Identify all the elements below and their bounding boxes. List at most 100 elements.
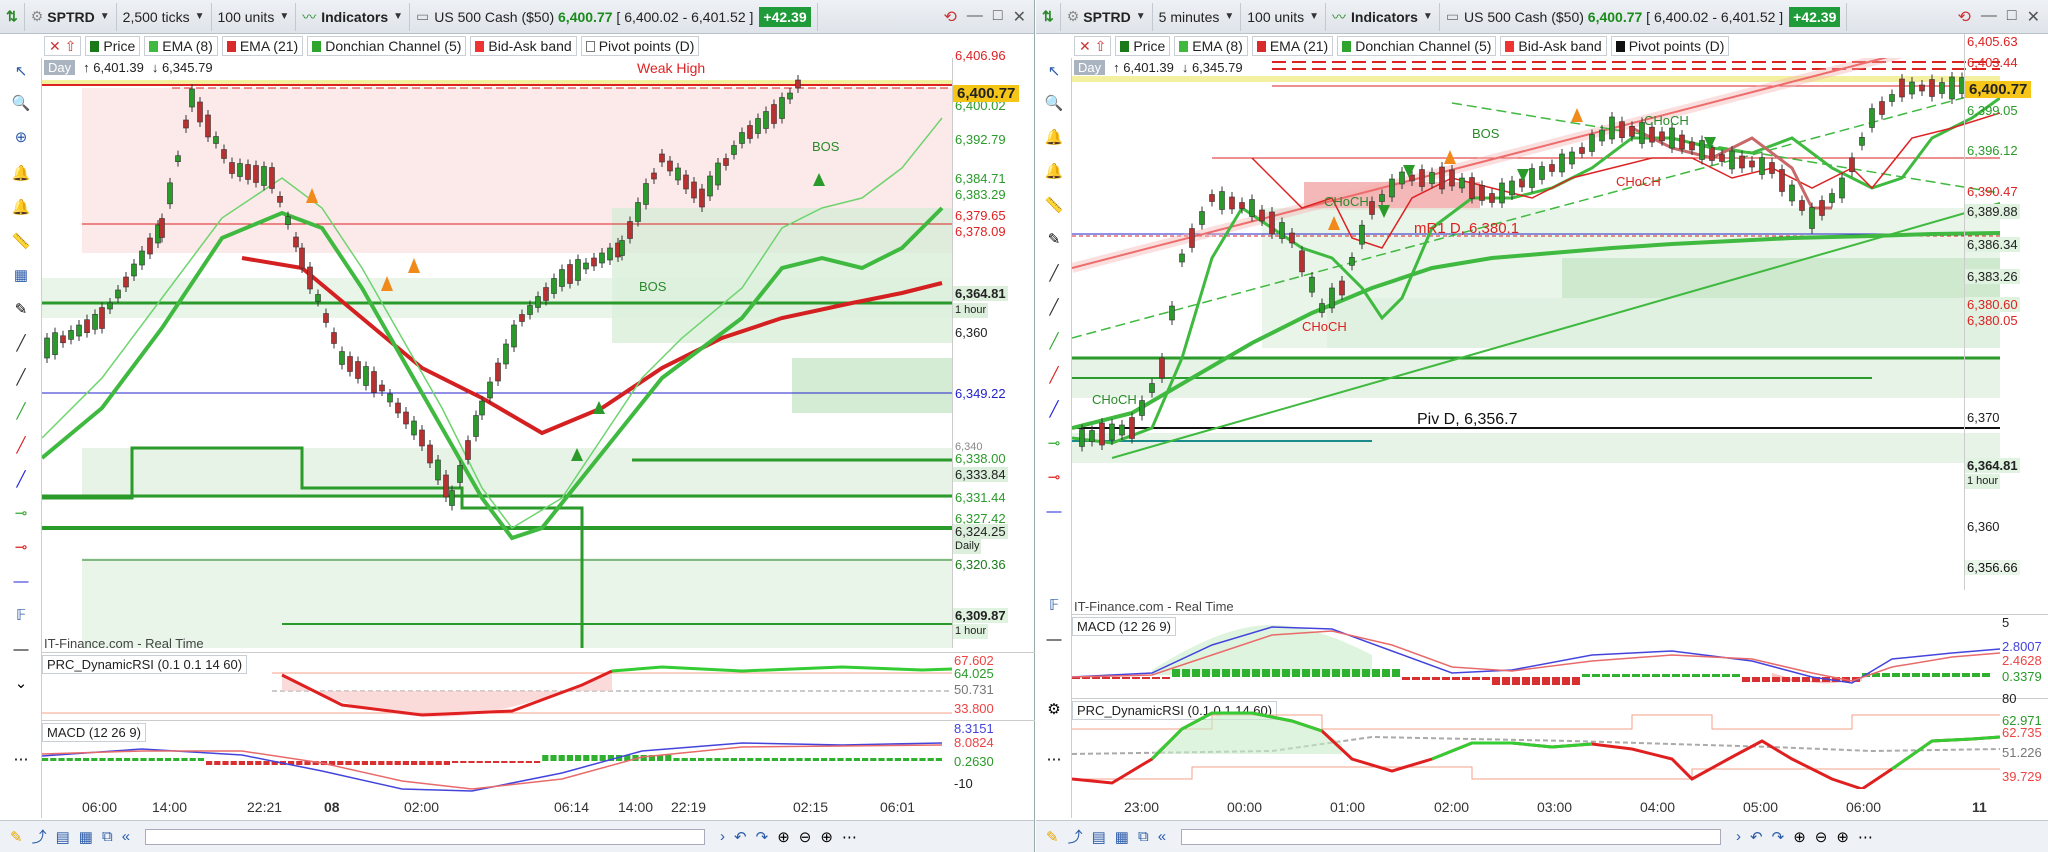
arrow-down-icon[interactable]: ⌄ <box>9 672 33 694</box>
grid-icon[interactable]: ▦ <box>1115 828 1129 846</box>
indicators-button[interactable]: 〰 Indicators ▼ <box>296 2 411 31</box>
more-icon[interactable]: ⋯ <box>1858 828 1873 846</box>
bell-icon[interactable]: 🔔 <box>9 196 33 218</box>
maximize-icon[interactable]: □ <box>2007 7 2017 27</box>
line-icon[interactable]: ╱ <box>9 366 33 388</box>
symbol-selector[interactable]: ⚙ SPTRD ▼ <box>25 2 117 31</box>
grid-icon[interactable]: ▦ <box>9 264 33 286</box>
units-selector[interactable]: 100 units ▼ <box>212 2 297 31</box>
scroll-left-icon[interactable]: « <box>1158 828 1166 845</box>
zoom-reset-icon[interactable]: ⊕ <box>1836 828 1849 846</box>
legend-item-ema21[interactable]: EMA (21) <box>221 36 304 56</box>
alert-icon[interactable]: 🔔 <box>9 162 33 184</box>
calendar-icon[interactable]: ▤ <box>1092 828 1106 846</box>
zoom-reset-icon[interactable]: ⊕ <box>820 828 833 846</box>
legend-item-price[interactable]: Price <box>85 36 141 56</box>
zoom-in-icon[interactable]: ⊕ <box>1793 828 1806 846</box>
tools-icon[interactable]: ⚙ <box>1042 698 1066 720</box>
hline-icon[interactable]: — <box>1042 628 1066 650</box>
horizontal-scrollbar[interactable] <box>1181 828 1722 845</box>
indicators-button[interactable]: 〰 Indicators ▼ <box>1326 2 1440 31</box>
minimize-icon[interactable]: — <box>967 7 983 27</box>
sync-icon[interactable]: ⟲ <box>944 7 957 27</box>
more-icon[interactable]: ⋯ <box>842 828 857 846</box>
pen-icon[interactable]: ✎ <box>1042 228 1066 250</box>
minimize-icon[interactable]: — <box>1981 7 1997 27</box>
close-icon[interactable]: ✕ <box>2027 7 2040 27</box>
zoom-out-icon[interactable]: ⊖ <box>1815 828 1828 846</box>
interval-selector[interactable]: 2,500 ticks ▼ <box>117 2 212 31</box>
legend-item-pivot[interactable]: Pivot points (D) <box>1610 36 1730 56</box>
draw-icon[interactable]: ✎ <box>1046 828 1059 846</box>
cursor-icon[interactable]: ↖ <box>9 60 33 82</box>
ruler-icon[interactable]: 📏 <box>9 230 33 252</box>
zoom-icon[interactable]: 🔍 <box>9 92 33 114</box>
legend-item-ema8[interactable]: EMA (8) <box>144 36 218 56</box>
green-hline-icon[interactable]: ⊸ <box>1042 432 1066 454</box>
green-line-icon[interactable]: ╱ <box>9 400 33 422</box>
undo-icon[interactable]: ↶ <box>1750 828 1763 846</box>
blue-hline-icon[interactable]: — <box>9 570 33 592</box>
segment-icon[interactable]: ╱ <box>9 332 33 354</box>
zoom-in-icon[interactable]: ⊕ <box>777 828 790 846</box>
legend-item-icons[interactable]: ✕ ⇧ <box>1074 36 1112 56</box>
legend-item-pivot[interactable]: Pivot points (D) <box>580 36 700 56</box>
green-line-icon[interactable]: ╱ <box>1042 330 1066 352</box>
calendar-icon[interactable]: ▤ <box>56 828 70 846</box>
cursor-icon[interactable]: ↖ <box>1042 60 1066 82</box>
legend-item-bidask[interactable]: Bid-Ask band <box>470 36 577 56</box>
alert-icon[interactable]: 🔔 <box>1042 126 1066 148</box>
scroll-right-icon[interactable]: › <box>720 828 725 845</box>
zoom-icon[interactable]: 🔍 <box>1042 92 1066 114</box>
legend-item-ema8[interactable]: EMA (8) <box>1174 36 1248 56</box>
zoom-out-icon[interactable]: ⊖ <box>799 828 812 846</box>
window-icon[interactable]: ⧉ <box>1138 828 1149 845</box>
grid-icon[interactable]: ▦ <box>79 828 93 846</box>
scroll-right-icon[interactable]: › <box>1736 828 1741 845</box>
right-price-scale[interactable]: 6,405.63 6,403.44 6,399.05 6,396.12 6,39… <box>1964 34 2048 590</box>
red-line-icon[interactable]: ╱ <box>9 434 33 456</box>
legend-item-bidask[interactable]: Bid-Ask band <box>1500 36 1607 56</box>
red-hline-icon[interactable]: ⊸ <box>9 536 33 558</box>
units-selector[interactable]: 100 units ▼ <box>1241 2 1326 31</box>
redo-icon[interactable]: ↷ <box>756 828 769 846</box>
sync-icon[interactable]: ⟲ <box>1958 7 1971 27</box>
red-hline-icon[interactable]: ⊸ <box>1042 466 1066 488</box>
green-hline-icon[interactable]: ⊸ <box>9 502 33 524</box>
red-line-icon[interactable]: ╱ <box>1042 364 1066 386</box>
hline-icon[interactable]: — <box>9 638 33 660</box>
more-icon[interactable]: ⋯ <box>9 748 33 770</box>
ruler-icon[interactable]: 📏 <box>1042 194 1066 216</box>
share-icon[interactable]: ⤴ <box>1068 826 1083 847</box>
line-icon[interactable]: ╱ <box>1042 296 1066 318</box>
fibonacci-icon[interactable]: 𝔽 <box>9 604 33 626</box>
right-time-axis[interactable]: 23:00 00:00 01:00 02:00 03:00 04:00 05:0… <box>1072 796 2000 818</box>
undo-icon[interactable]: ↶ <box>734 828 747 846</box>
blue-hline-icon[interactable]: — <box>1042 500 1066 522</box>
segment-icon[interactable]: ╱ <box>1042 262 1066 284</box>
draw-icon[interactable]: ✎ <box>10 828 23 846</box>
symbol-selector[interactable]: ⚙ SPTRD ▼ <box>1061 2 1153 31</box>
fibonacci-icon[interactable]: 𝔽 <box>1042 594 1066 616</box>
app-logo-icon[interactable]: ⇅ <box>1036 2 1061 31</box>
bell-icon[interactable]: 🔔 <box>1042 160 1066 182</box>
legend-item-price[interactable]: Price <box>1115 36 1171 56</box>
right-macd-panel[interactable]: MACD (12 26 9) 5 2.8007 2.4628 0.3379 <box>1072 614 2048 696</box>
pen-icon[interactable]: ✎ <box>9 298 33 320</box>
redo-icon[interactable]: ↷ <box>1772 828 1785 846</box>
zoom-area-icon[interactable]: ⊕ <box>9 126 33 148</box>
blue-line-icon[interactable]: ╱ <box>1042 398 1066 420</box>
interval-selector[interactable]: 5 minutes ▼ <box>1153 2 1242 31</box>
legend-item-ema21[interactable]: EMA (21) <box>1251 36 1334 56</box>
left-price-scale[interactable]: 6,406.96 6,400.02 6,392.79 6,384.71 6,38… <box>952 48 1034 648</box>
horizontal-scrollbar[interactable] <box>145 828 706 845</box>
left-rsi-panel[interactable]: PRC_DynamicRSI (0.1 0.1 14 60) 67.602 64… <box>42 652 1035 718</box>
blue-line-icon[interactable]: ╱ <box>9 468 33 490</box>
right-rsi-panel[interactable]: PRC_DynamicRSI (0.1 0.1 14 60) 80 62.971… <box>1072 691 2048 789</box>
left-macd-panel[interactable]: MACD (12 26 9) 8.3151 8.0824 0.2630 -10 <box>42 720 1035 796</box>
maximize-icon[interactable]: □ <box>993 7 1003 27</box>
legend-item-donchian[interactable]: Donchian Channel (5) <box>307 36 467 56</box>
app-logo-icon[interactable]: ⇅ <box>0 2 25 31</box>
scroll-left-icon[interactable]: « <box>122 828 130 845</box>
more-icon[interactable]: ⋯ <box>1042 748 1066 770</box>
